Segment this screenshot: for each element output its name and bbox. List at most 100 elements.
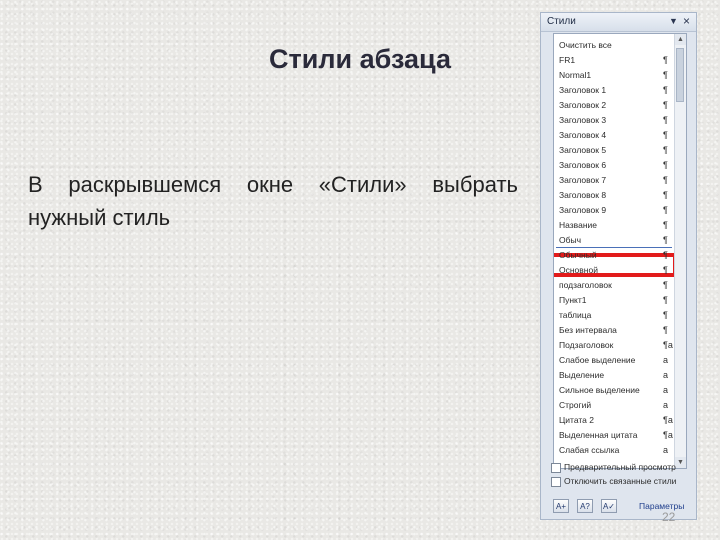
style-type-icon: ¶ [663,265,668,275]
close-icon[interactable]: × [683,14,690,28]
style-type-icon: ¶a [663,340,673,350]
style-item[interactable]: FR1 ¶ [556,53,672,67]
style-item-label: Заголовок 5 [559,145,607,155]
style-item-label: Заголовок 9 [559,205,607,215]
styles-list[interactable]: ▲ ▼ Очистить все FR1 ¶ Normal1 ¶ Заголовок 1 ¶… [553,33,687,469]
style-type-icon: ¶ [663,190,668,200]
style-item[interactable]: Заголовок 6 ¶ [556,158,672,172]
style-item[interactable]: Заголовок 9 ¶ [556,203,672,217]
manage-styles-icon[interactable]: A✓ [601,499,617,513]
style-type-icon: ¶ [663,280,668,290]
style-type-icon: ¶ [663,160,668,170]
style-type-icon: a [663,355,669,365]
style-type-icon: ¶ [663,70,668,80]
style-item[interactable]: Пункт1 ¶ [556,293,672,307]
style-item-label: Пункт1 [559,295,587,305]
style-item-label: Заголовок 8 [559,190,607,200]
style-type-icon: ¶ [663,85,668,95]
style-type-icon: ¶ [663,55,668,65]
style-item[interactable]: Сильное выделение a [556,383,672,397]
slide-title: Стили абзаца [269,44,451,74]
style-item[interactable]: Заголовок 1 ¶ [556,83,672,97]
style-item-label: Очистить все [559,40,612,50]
disable-linked-option[interactable]: Отключить связанные стили [551,475,691,489]
style-item[interactable]: Заголовок 4 ¶ [556,128,672,142]
style-item-label: Заголовок 4 [559,130,607,140]
style-inspector-icon[interactable]: A? [577,499,593,513]
style-item[interactable]: Заголовок 5 ¶ [556,143,672,157]
style-item[interactable]: Основной ¶ [556,263,672,277]
style-item-label: Слабая ссылка [559,445,620,455]
style-item-label: Заголовок 2 [559,100,607,110]
style-item[interactable]: таблица ¶ [556,308,672,322]
show-preview-option[interactable]: Предварительный просмотр [551,461,691,475]
disable-linked-checkbox[interactable] [551,477,561,487]
style-item-label: FR1 [559,55,576,65]
style-item[interactable]: Выделенная цитата ¶a [556,428,673,442]
style-type-icon: ¶ [663,235,668,245]
style-item-label: Обыч [559,235,582,245]
style-item-label: Без интервала [559,325,617,335]
scroll-thumb[interactable] [676,48,684,102]
slide-body-text: В раскрывшемся окне «Стили» выбрать нужн… [28,172,518,230]
style-type-icon: ¶ [663,220,668,230]
style-item[interactable]: Подзаголовок ¶a [556,338,673,352]
style-item[interactable]: Normal1 ¶ [556,68,672,82]
show-preview-checkbox[interactable] [551,463,561,473]
style-type-icon: ¶ [663,250,668,260]
style-item-label: Normal1 [559,70,592,80]
style-item[interactable]: Цитата 2 ¶a [556,413,673,427]
style-item[interactable]: Слабое выделение a [556,353,672,367]
style-item[interactable]: Обыч ¶ [556,233,672,248]
style-type-icon: ¶ [663,115,668,125]
style-item-label: Название [559,220,597,230]
style-type-icon: ¶ [663,145,668,155]
show-preview-label: Предварительный просмотр [564,462,676,472]
style-item[interactable]: Заголовок 2 ¶ [556,98,672,112]
style-type-icon: ¶ [663,100,668,110]
styles-list-scrollbar[interactable]: ▲ ▼ [674,34,686,468]
style-item-label: подзаголовок [559,280,612,290]
style-type-icon: ¶ [663,130,668,140]
style-type-icon: ¶ [663,205,668,215]
style-item[interactable]: Без интервала ¶ [556,323,672,337]
style-item[interactable]: Обычный ¶ [556,248,672,262]
style-item[interactable]: Строгий a [556,398,672,412]
style-type-icon: ¶ [663,325,668,335]
style-item-label: Основной [559,265,598,275]
styles-pane: Стили ▼ × ▲ ▼ Очистить все FR1 ¶ Normal1 ¶ За… [540,12,697,520]
style-type-icon: a [663,370,669,380]
style-item-label: Заголовок 7 [559,175,607,185]
style-item-label: Выделенная цитата [559,430,638,440]
style-item-label: Подзаголовок [559,340,614,350]
style-item-label: таблица [559,310,592,320]
scroll-up-icon[interactable]: ▲ [675,34,686,45]
slide-number: 22 [662,510,676,524]
style-item[interactable]: Очистить все [556,38,672,52]
new-style-icon[interactable]: A+ [553,499,569,513]
style-type-icon: a [663,445,669,455]
style-item[interactable]: Заголовок 8 ¶ [556,188,672,202]
style-type-icon: a [663,385,669,395]
style-item-label: Выделение [559,370,605,380]
style-item-label: Заголовок 6 [559,160,607,170]
pane-options-chevron-down-icon[interactable]: ▼ [669,16,678,26]
style-item[interactable]: Слабая ссылка a [556,443,672,457]
style-item[interactable]: Заголовок 3 ¶ [556,113,672,127]
style-item-label: Слабое выделение [559,355,636,365]
style-item[interactable]: Заголовок 7 ¶ [556,173,672,187]
style-item[interactable]: подзаголовок ¶ [556,278,672,292]
style-type-icon: ¶ [663,310,668,320]
style-type-icon: ¶a [663,430,673,440]
style-item-label: Строгий [559,400,592,410]
styles-pane-title: Стили [547,16,576,27]
style-item-label: Заголовок 3 [559,115,607,125]
style-type-icon: ¶ [663,175,668,185]
style-type-icon: ¶a [663,415,673,425]
style-type-icon: a [663,400,669,410]
disable-linked-label: Отключить связанные стили [564,476,677,486]
style-item[interactable]: Выделение a [556,368,672,382]
style-item[interactable]: Название ¶ [556,218,672,232]
styles-pane-header: Стили ▼ × [541,13,696,32]
style-item-label: Цитата 2 [559,415,594,425]
